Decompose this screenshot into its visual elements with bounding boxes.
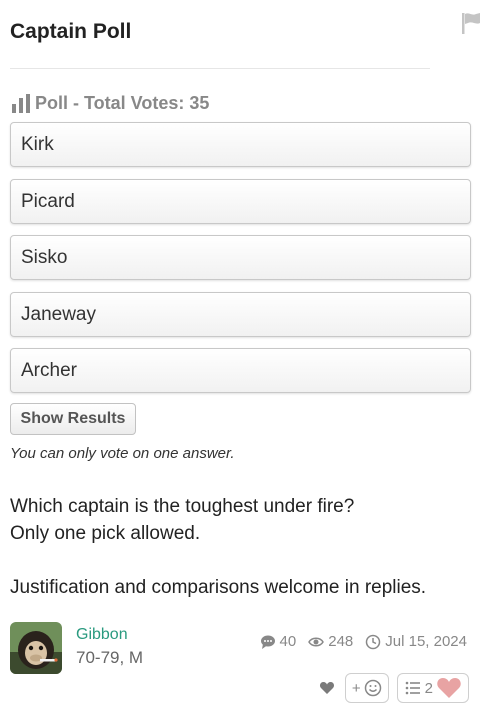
flag-icon[interactable] [458,10,484,36]
comment-count-value: 40 [279,633,297,650]
post-body-line: Only one pick allowed. [10,523,201,544]
reaction-count: 2 [424,679,433,697]
comment-icon [260,635,275,649]
comment-count: 40 [260,633,297,650]
poll-option-archer[interactable]: Archer [10,348,471,393]
poll-option-picard[interactable]: Picard [10,179,471,224]
add-reaction-button[interactable]: + [344,673,389,703]
poll-option-sisko[interactable]: Sisko [10,235,471,280]
bar-chart-icon [12,93,30,113]
smiley-icon [364,679,381,697]
add-reaction-plus: + [351,679,361,697]
poll-option-janeway[interactable]: Janeway [10,292,471,337]
post-date-value: Jul 15, 2024 [385,633,467,650]
heart-icon [319,682,334,694]
post-title: Captain Poll [10,20,132,43]
post-stats: 40 248 Jul 15, 2024 [260,633,467,650]
clock-icon [366,634,381,649]
post-body-line: Justification and comparisons welcome in… [10,577,427,598]
post-date: Jul 15, 2024 [365,633,467,650]
post-body-line: Which captain is the toughest under fire… [10,496,355,517]
list-icon [405,681,420,695]
poll-option-kirk[interactable]: Kirk [10,122,471,167]
poll-header: Poll - Total Votes: 35 [11,93,209,114]
show-results-button[interactable]: Show Results [10,403,136,435]
post-actions: + 2 [317,673,469,703]
view-count: 248 [308,633,353,650]
avatar[interactable] [10,622,62,674]
author-name-link[interactable]: Gibbon [76,626,128,644]
title-divider [10,68,430,69]
post-body: Which captain is the toughest under fire… [10,493,426,601]
eye-icon [308,637,325,646]
author-meta: 70-79, M [76,648,144,667]
heart-reaction-icon [437,678,461,698]
reactions-list-button[interactable]: 2 [396,673,469,703]
like-button[interactable] [317,678,337,698]
poll-vote-note: You can only vote on one answer. [10,445,235,462]
poll-total-votes: Poll - Total Votes: 35 [35,93,210,113]
view-count-value: 248 [328,633,354,650]
